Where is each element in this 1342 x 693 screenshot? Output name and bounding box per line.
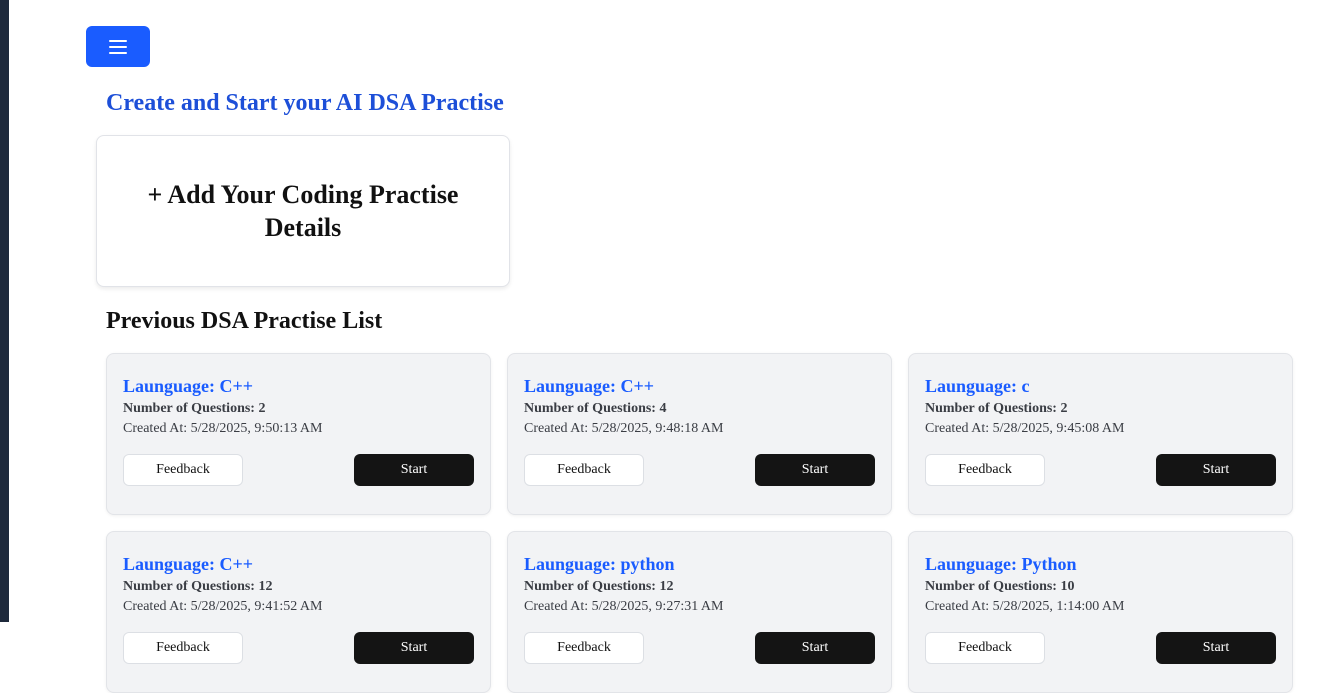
add-practise-label: + Add Your Coding Practise Details xyxy=(147,180,459,242)
start-button[interactable]: Start xyxy=(354,632,474,664)
card-question-count: Number of Questions: 12 xyxy=(524,579,674,594)
hamburger-menu-icon xyxy=(109,39,127,54)
card-language: Launguage: C++ xyxy=(123,554,254,574)
card-question-count: Number of Questions: 2 xyxy=(925,401,1068,416)
practise-card: Launguage: C++ Number of Questions: 2 Cr… xyxy=(106,353,491,515)
feedback-button[interactable]: Feedback xyxy=(123,632,243,664)
card-created-at: Created At: 5/28/2025, 9:50:13 AM xyxy=(123,421,323,436)
card-created-at: Created At: 5/28/2025, 9:45:08 AM xyxy=(925,421,1125,436)
add-practise-card[interactable]: + Add Your Coding Practise Details xyxy=(96,135,510,287)
start-button[interactable]: Start xyxy=(354,454,474,486)
feedback-button[interactable]: Feedback xyxy=(524,454,644,486)
card-language: Launguage: c xyxy=(925,376,1030,396)
start-button[interactable]: Start xyxy=(755,454,875,486)
card-created-at: Created At: 5/28/2025, 1:14:00 AM xyxy=(925,599,1125,614)
card-created-at: Created At: 5/28/2025, 9:48:18 AM xyxy=(524,421,724,436)
start-button[interactable]: Start xyxy=(755,632,875,664)
previous-list-title: Previous DSA Practise List xyxy=(106,308,383,334)
practise-card: Launguage: python Number of Questions: 1… xyxy=(507,531,892,693)
card-language: Launguage: python xyxy=(524,554,675,574)
card-question-count: Number of Questions: 4 xyxy=(524,401,667,416)
card-language: Launguage: C++ xyxy=(524,376,655,396)
feedback-button[interactable]: Feedback xyxy=(524,632,644,664)
page-title: Create and Start your AI DSA Practise xyxy=(106,90,504,116)
menu-toggle-button[interactable] xyxy=(86,26,150,67)
practise-card: Launguage: C++ Number of Questions: 4 Cr… xyxy=(507,353,892,515)
practise-card: Launguage: Python Number of Questions: 1… xyxy=(908,531,1293,693)
card-language: Launguage: C++ xyxy=(123,376,254,396)
card-created-at: Created At: 5/28/2025, 9:41:52 AM xyxy=(123,599,323,614)
start-button[interactable]: Start xyxy=(1156,454,1276,486)
practise-card: Launguage: C++ Number of Questions: 12 C… xyxy=(106,531,491,693)
feedback-button[interactable]: Feedback xyxy=(123,454,243,486)
practise-card: Launguage: c Number of Questions: 2 Crea… xyxy=(908,353,1293,515)
feedback-button[interactable]: Feedback xyxy=(925,454,1045,486)
card-created-at: Created At: 5/28/2025, 9:27:31 AM xyxy=(524,599,724,614)
start-button[interactable]: Start xyxy=(1156,632,1276,664)
feedback-button[interactable]: Feedback xyxy=(925,632,1045,664)
card-language: Launguage: Python xyxy=(925,554,1077,574)
card-question-count: Number of Questions: 2 xyxy=(123,401,266,416)
sidebar-edge xyxy=(0,0,9,622)
card-question-count: Number of Questions: 10 xyxy=(925,579,1075,594)
card-question-count: Number of Questions: 12 xyxy=(123,579,273,594)
